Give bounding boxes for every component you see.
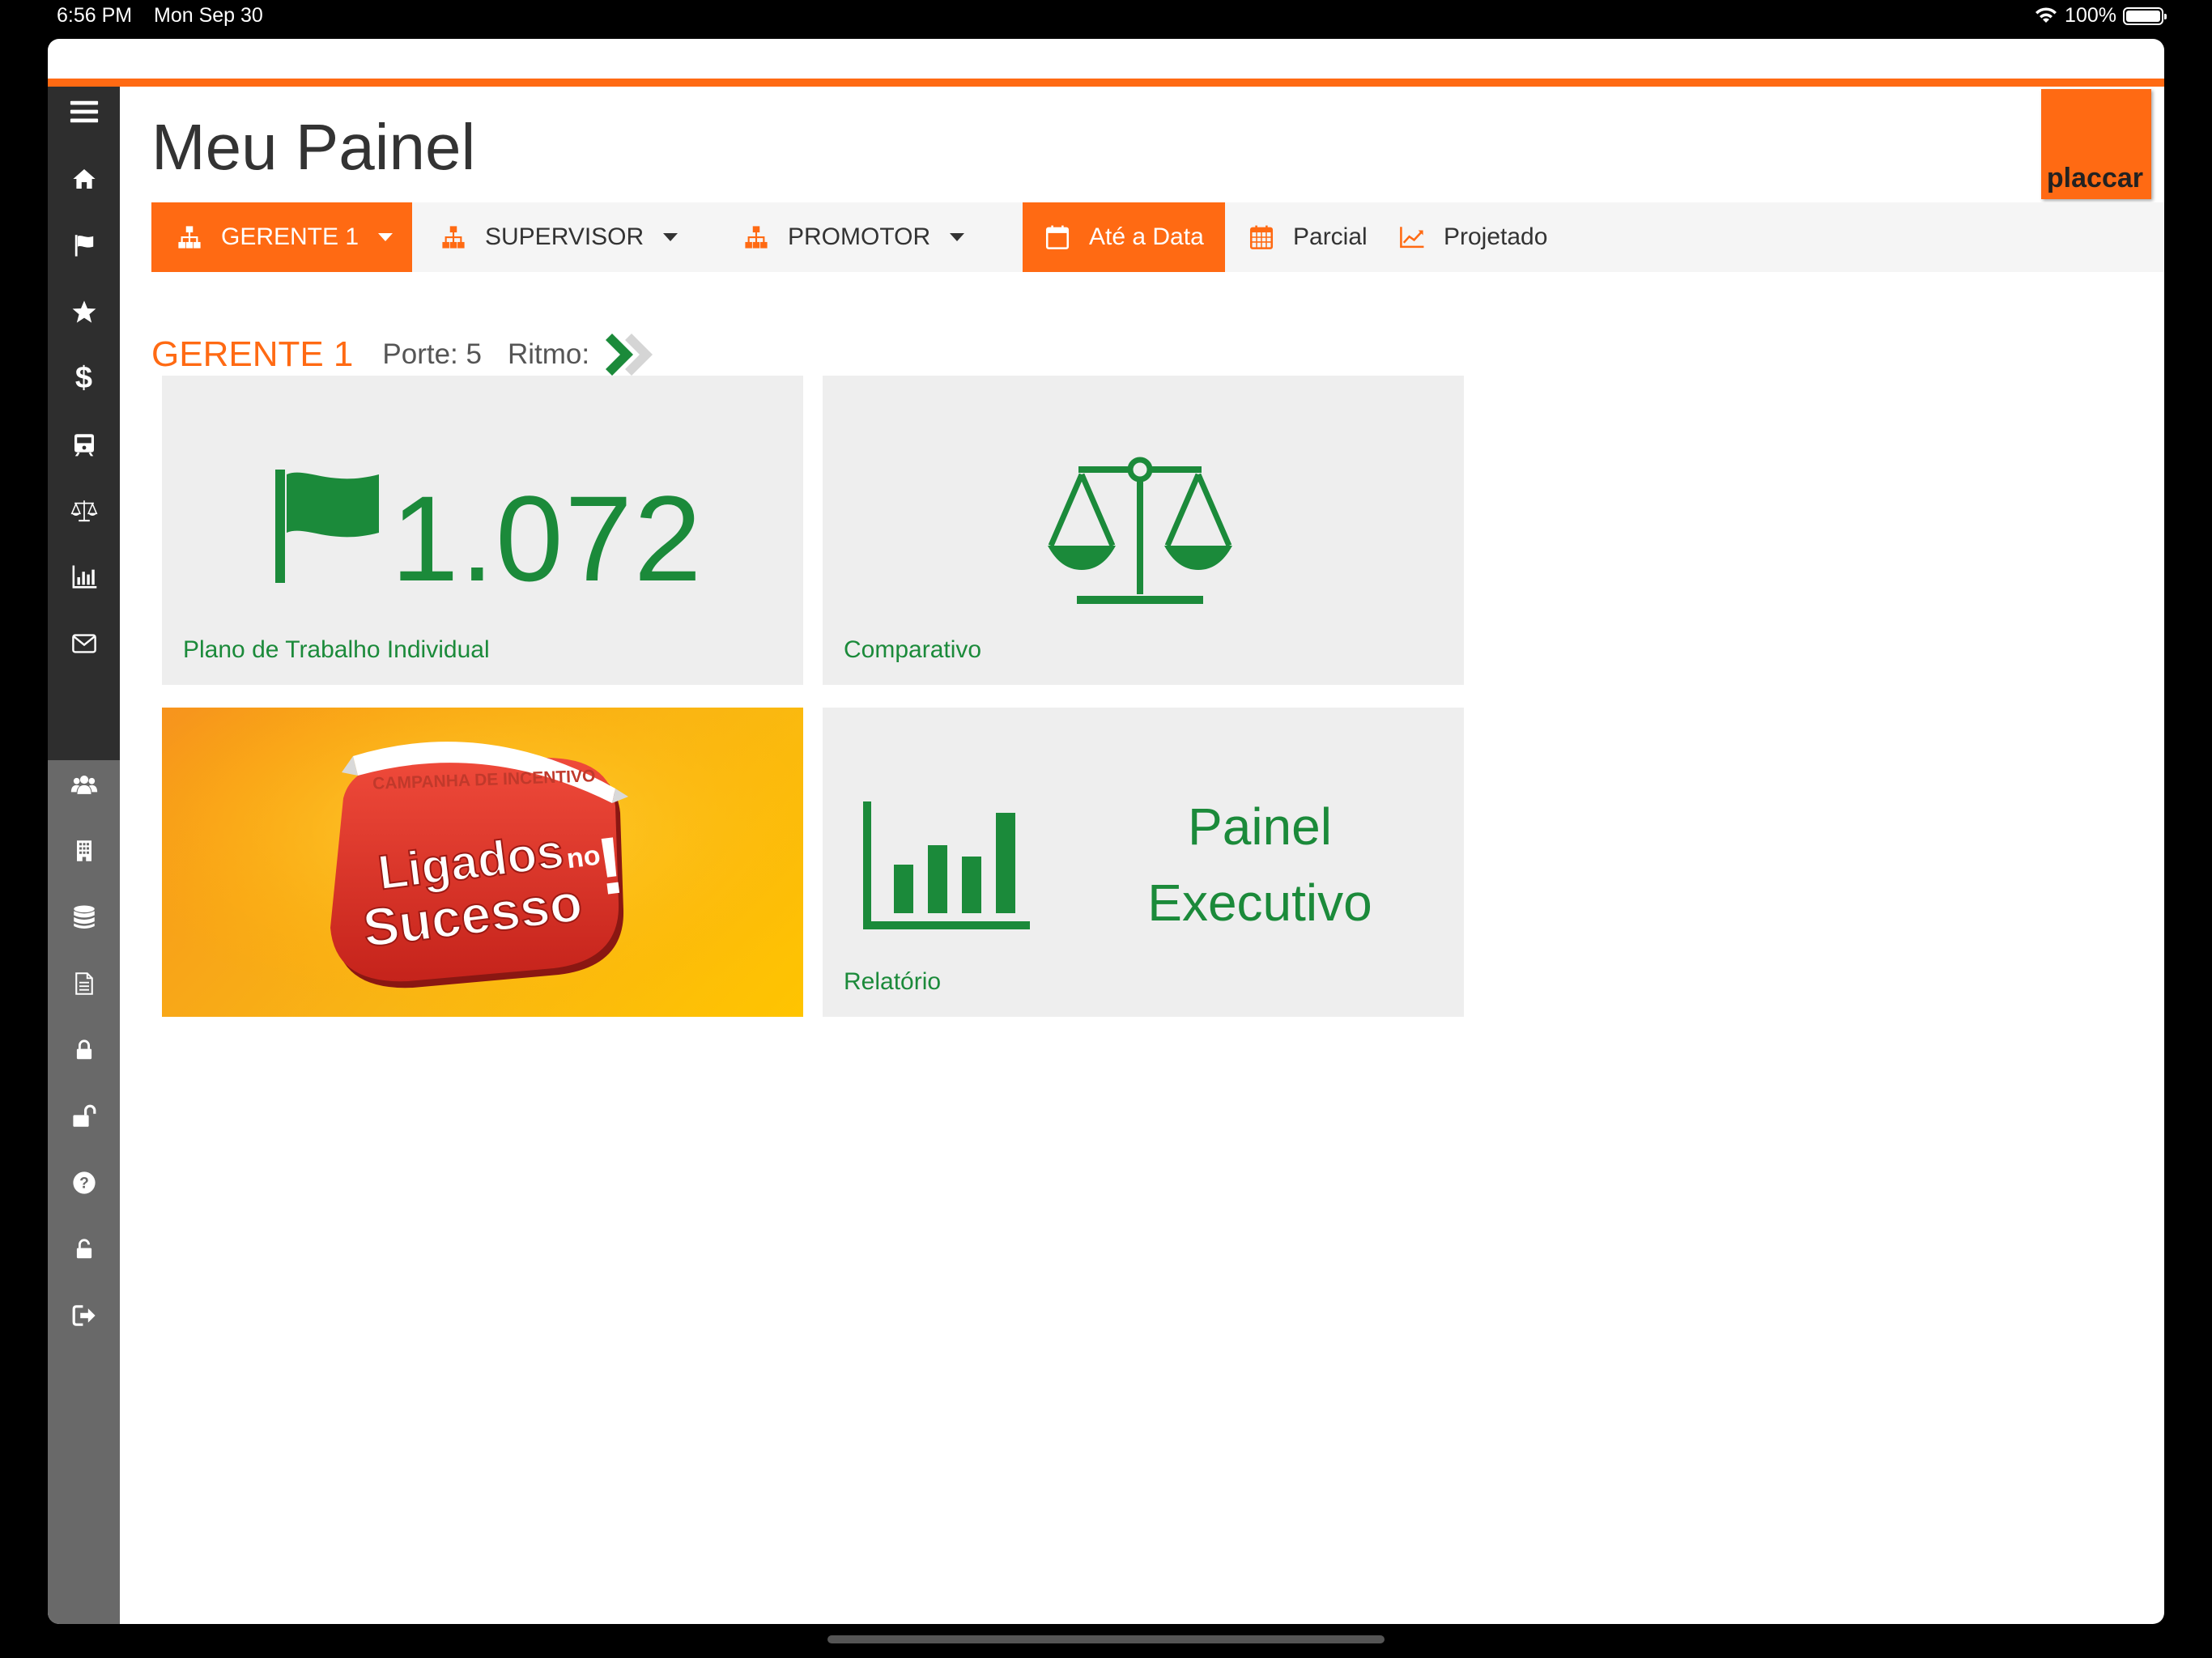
promotor-dropdown[interactable]: PROMOTOR — [713, 202, 1023, 272]
parcial-label: Parcial — [1293, 223, 1368, 250]
parcial-button[interactable]: Parcial — [1225, 202, 1387, 272]
manager-name: GERENTE 1 — [151, 334, 354, 374]
painel-line2: Executivo — [1147, 874, 1372, 932]
page-title: Meu Painel — [151, 111, 476, 183]
caret-down-icon — [378, 233, 393, 241]
gerente-label: GERENTE 1 — [221, 223, 359, 250]
balance-scale-icon — [1048, 457, 1232, 604]
ritmo-chevrons-icon — [606, 334, 653, 376]
supervisor-label: SUPERVISOR — [485, 223, 644, 250]
database-icon[interactable] — [48, 893, 120, 942]
home-indicator[interactable] — [827, 1635, 1385, 1643]
manager-info: GERENTE 1 Porte: 5 Ritmo: — [151, 330, 661, 379]
comparativo-tile[interactable]: Comparativo — [823, 376, 1464, 685]
menu-icon[interactable] — [48, 87, 120, 136]
status-bar: 6:56 PM Mon Sep 30 100% — [0, 0, 2212, 36]
filter-toolbar: GERENTE 1 SUPERVISOR PROMOTOR Até a Data… — [151, 202, 2164, 272]
svg-text:?: ? — [79, 1175, 89, 1192]
document-icon[interactable] — [48, 959, 120, 1008]
flag-icon[interactable] — [48, 221, 120, 270]
caret-down-icon — [950, 233, 965, 241]
gerente-dropdown[interactable]: GERENTE 1 — [151, 202, 412, 272]
home-icon[interactable] — [48, 155, 120, 203]
train-icon[interactable] — [48, 420, 120, 469]
plano-trabalho-tile[interactable]: 1.072 Plano de Trabalho Individual — [162, 376, 803, 685]
top-accent-bar — [48, 79, 2164, 87]
building-icon[interactable] — [48, 827, 120, 875]
relatorio-tile[interactable]: Painel Executivo Relatório — [823, 708, 1464, 1017]
bar-chart-icon[interactable] — [48, 553, 120, 602]
users-icon[interactable] — [48, 760, 120, 809]
painel-executivo-title: Painel Executivo — [1114, 789, 1406, 941]
unlock-alt-icon[interactable] — [48, 1225, 120, 1273]
relatorio-label: Relatório — [844, 968, 942, 995]
flag-icon — [275, 470, 379, 583]
promotor-label: PROMOTOR — [788, 223, 931, 250]
ate-a-data-button[interactable]: Até a Data — [1023, 202, 1225, 272]
envelope-icon[interactable] — [48, 619, 120, 668]
status-date: Mon Sep 30 — [154, 4, 263, 27]
question-icon[interactable]: ? — [48, 1158, 120, 1207]
line-chart-icon — [1400, 227, 1424, 249]
unlock-icon[interactable] — [48, 1092, 120, 1141]
status-time: 6:56 PM — [57, 4, 133, 27]
caret-down-icon — [663, 233, 678, 241]
battery-percent: 100% — [2065, 4, 2116, 27]
dollar-icon[interactable]: $ — [48, 354, 120, 402]
calendar-icon — [1045, 225, 1070, 249]
lock-icon[interactable] — [48, 1026, 120, 1074]
comparativo-label: Comparativo — [844, 636, 982, 663]
porte-value: Porte: 5 — [382, 338, 482, 370]
plano-value: 1.072 — [391, 470, 704, 606]
sign-out-icon[interactable] — [48, 1291, 120, 1340]
plano-label: Plano de Trabalho Individual — [183, 636, 490, 663]
campanha-badge: Ligados no Sucesso ! CAMPANHA DE INCENTI… — [162, 708, 803, 1017]
wifi-icon — [2035, 6, 2057, 23]
supervisor-dropdown[interactable]: SUPERVISOR — [412, 202, 713, 272]
app-window: $ ? Meu Painel placcar GERENTE 1 SUPERVI… — [48, 39, 2164, 1624]
placcar-logo: placcar — [2041, 89, 2151, 199]
star-icon[interactable] — [48, 287, 120, 336]
logo-text: placcar — [2046, 163, 2143, 193]
ritmo-label: Ritmo: — [507, 338, 590, 370]
campanha-banner[interactable]: Ligados no Sucesso ! CAMPANHA DE INCENTI… — [162, 708, 803, 1017]
ate-a-data-label: Até a Data — [1089, 223, 1204, 250]
painel-line1: Painel — [1188, 797, 1332, 856]
calendar-grid-icon — [1249, 225, 1274, 249]
projetado-button[interactable]: Projetado — [1387, 202, 1573, 272]
status-right: 100% — [2034, 4, 2167, 28]
projetado-label: Projetado — [1444, 223, 1548, 250]
bar-chart-icon — [863, 801, 1030, 929]
balance-scale-icon[interactable] — [48, 487, 120, 535]
hierarchy-icon — [178, 226, 201, 249]
hierarchy-icon — [745, 226, 768, 249]
sidebar: $ ? — [48, 87, 120, 1624]
battery-icon — [2123, 6, 2167, 25]
hierarchy-icon — [442, 226, 465, 249]
